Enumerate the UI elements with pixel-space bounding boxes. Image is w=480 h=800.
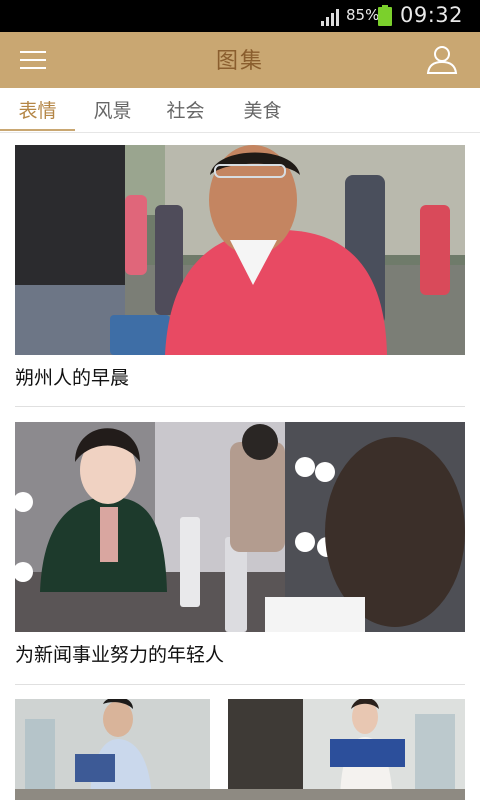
feed-item[interactable] [15,699,465,800]
tab-shehui[interactable]: 社会 [148,96,223,132]
status-bar: 85% 09:32 [0,0,480,32]
signal-icon [321,9,339,26]
tab-meishi[interactable]: 美食 [225,96,300,132]
feed-caption[interactable]: 为新闻事业努力的年轻人 [15,640,224,667]
active-tab-indicator [0,129,75,131]
tab-fengjing[interactable]: 风景 [75,96,150,132]
battery-percent: 85% [346,6,380,24]
tab-biaoqing[interactable]: 表情 [0,96,75,132]
divider [15,684,465,685]
feed-image-morning [15,145,465,355]
page-title: 图集 [215,49,264,74]
feed-item[interactable]: 为新闻事业努力的年轻人 [15,422,465,672]
category-tabs: 表情 风景 社会 美食 [0,88,480,133]
feed-image-journalists [15,422,465,632]
feed-image-hosts [15,699,465,800]
user-icon[interactable] [425,45,459,75]
clock: 09:32 [400,3,464,27]
battery-icon [378,5,392,26]
feed-caption[interactable]: 朔州人的早晨 [15,363,129,390]
feed-item[interactable]: 朔州人的早晨 [15,145,465,395]
app-header: 图集 [0,32,480,88]
divider [15,406,465,407]
